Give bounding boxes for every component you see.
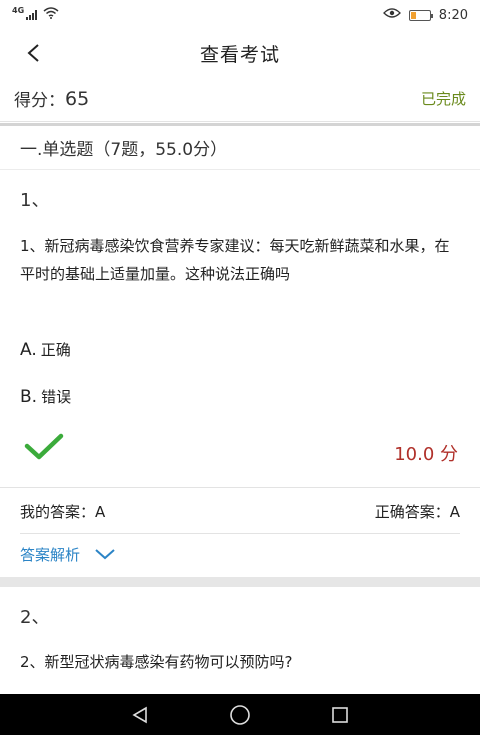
section-title: 一.单选题（7题，55.0分） (0, 126, 480, 170)
option-text: 正确 (40, 341, 71, 359)
status-bar: 4G 8:20 (0, 0, 480, 30)
option-text: 错误 (41, 388, 72, 406)
question-separator (0, 577, 480, 587)
back-triangle-icon[interactable] (129, 704, 151, 726)
question-number: 2、 (20, 607, 50, 628)
home-circle-icon[interactable] (229, 704, 251, 726)
checkmark-icon (24, 433, 64, 460)
eye-icon (382, 7, 401, 23)
question-text: 2、新型冠状病毒感染有药物可以预防吗? (20, 653, 293, 671)
score-row: 得分： 65 已完成 (0, 76, 480, 122)
option-letter: A. (20, 340, 37, 360)
back-button[interactable] (20, 40, 46, 66)
my-answer: 我的答案：A (20, 502, 106, 521)
divider (20, 533, 460, 534)
navigation-bar (0, 694, 480, 735)
header: 查看考试 (0, 30, 480, 76)
analysis-label: 答案解析 (20, 545, 81, 564)
score-label: 得分： (14, 91, 65, 111)
recents-square-icon[interactable] (329, 704, 351, 726)
status-badge: 已完成 (420, 90, 466, 108)
option-a[interactable]: A. 正确 (20, 339, 71, 360)
page-title: 查看考试 (199, 43, 280, 66)
clock: 8:20 (438, 7, 468, 23)
battery-icon (408, 9, 433, 21)
chevron-down-icon (95, 549, 115, 560)
score-value: 65 (65, 87, 90, 110)
question-number: 1、 (20, 190, 50, 211)
status-left: 4G (12, 5, 59, 23)
status-right: 8:20 (382, 7, 468, 23)
signal-icon (26, 10, 38, 20)
battery-fill (410, 11, 416, 19)
correct-answer: 正确答案：A (374, 502, 460, 521)
answer-analysis-toggle[interactable]: 答案解析 (20, 541, 116, 567)
chevron-left-icon (27, 44, 39, 62)
answer-row: 我的答案：A 正确答案：A (0, 496, 480, 526)
question-points: 10.0 分 (394, 444, 458, 465)
question-text: 1、新冠病毒感染饮食营养专家建议：每天吃新鲜蔬菜和水果，在平时的基础上适量加量。… (20, 237, 450, 283)
option-letter: B. (20, 387, 38, 407)
divider (0, 487, 480, 488)
network-label: 4G (12, 5, 25, 15)
option-b[interactable]: B. 错误 (20, 386, 71, 407)
wifi-icon (43, 7, 59, 23)
